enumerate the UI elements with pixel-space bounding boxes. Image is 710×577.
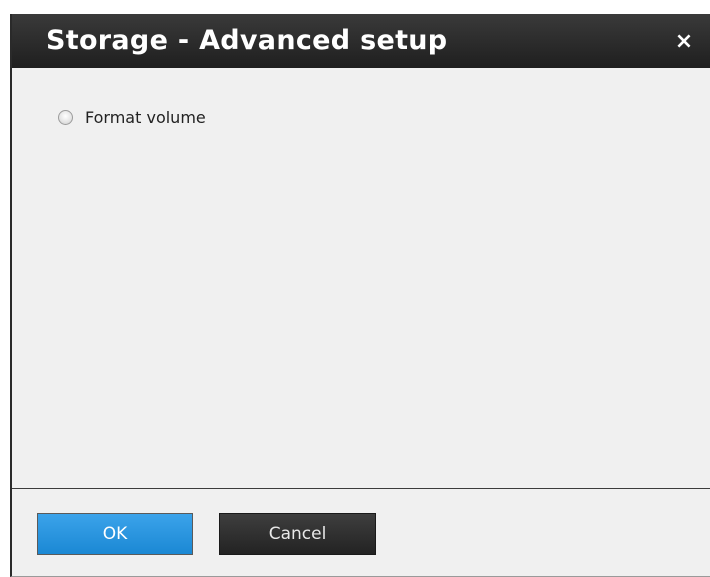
- format-volume-label: Format volume: [85, 107, 206, 127]
- close-icon[interactable]: ×: [670, 28, 698, 56]
- cancel-button[interactable]: Cancel: [219, 513, 376, 555]
- dialog-title: Storage - Advanced setup: [46, 25, 448, 56]
- dialog-titlebar: Storage - Advanced setup ×: [12, 14, 710, 68]
- advanced-setup-dialog: Storage - Advanced setup × Format volume…: [10, 14, 710, 577]
- dialog-footer: OK Cancel: [12, 488, 710, 576]
- ok-button[interactable]: OK: [37, 513, 193, 555]
- format-volume-option[interactable]: Format volume: [58, 106, 206, 128]
- format-volume-radio[interactable]: [58, 109, 73, 125]
